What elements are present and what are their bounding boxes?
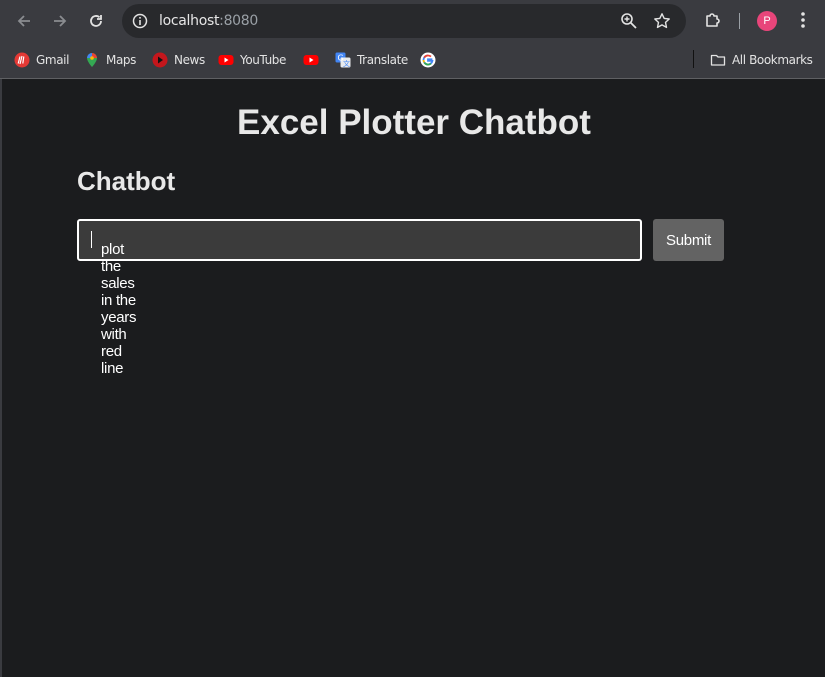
profile-avatar[interactable]: P bbox=[757, 11, 777, 31]
news-icon bbox=[152, 52, 168, 68]
site-info-icon[interactable] bbox=[132, 13, 148, 29]
translate-icon: G文 bbox=[335, 52, 351, 68]
all-bookmarks-button[interactable]: All Bookmarks bbox=[710, 50, 813, 70]
bookmark-youtube-2[interactable] bbox=[303, 50, 325, 70]
youtube-icon bbox=[218, 55, 234, 65]
bookmark-gmail[interactable]: Gmail bbox=[14, 50, 69, 70]
back-button[interactable] bbox=[12, 9, 36, 33]
chat-input-value: plot the sales in the years with red lin… bbox=[90, 231, 136, 377]
bookmark-label: Maps bbox=[106, 53, 136, 67]
bookmark-news[interactable]: News bbox=[152, 50, 205, 70]
text-caret bbox=[91, 231, 92, 248]
chatbot-heading: Chatbot bbox=[77, 166, 176, 196]
back-arrow-icon bbox=[17, 15, 30, 27]
bookmarks-bar: Gmail Maps News YouTube G文 Translate All… bbox=[0, 42, 825, 79]
all-bookmarks-label: All Bookmarks bbox=[732, 53, 813, 67]
bookmark-maps[interactable]: Maps bbox=[84, 50, 136, 70]
url-host: localhost bbox=[159, 13, 220, 29]
gmail-icon bbox=[14, 52, 30, 68]
bookmark-label: Gmail bbox=[36, 53, 70, 67]
kebab-menu-icon[interactable] bbox=[793, 10, 813, 30]
reload-button[interactable] bbox=[84, 9, 108, 33]
page-title: Excel Plotter Chatbot bbox=[237, 103, 591, 142]
chat-input-text: plot the sales in the years with red lin… bbox=[101, 241, 137, 377]
bookmark-star-icon[interactable] bbox=[653, 12, 671, 30]
folder-icon bbox=[710, 54, 726, 66]
page-content: Excel Plotter Chatbot Chatbot plot the s… bbox=[0, 79, 825, 677]
window-edge bbox=[0, 79, 2, 677]
bookmark-google[interactable] bbox=[420, 50, 442, 70]
bookmark-label: YouTube bbox=[240, 53, 286, 67]
submit-button[interactable]: Submit bbox=[653, 219, 724, 261]
bookmark-label: Translate bbox=[357, 53, 408, 67]
address-bar[interactable]: localhost:8080 bbox=[122, 4, 686, 38]
maps-icon bbox=[87, 53, 97, 67]
bookmarks-divider bbox=[693, 50, 694, 68]
bookmark-translate[interactable]: G文 Translate bbox=[335, 50, 408, 70]
extensions-puzzle-icon[interactable] bbox=[703, 10, 723, 30]
zoom-icon[interactable] bbox=[620, 12, 638, 30]
bookmark-youtube[interactable]: YouTube bbox=[218, 50, 286, 70]
toolbar-divider bbox=[739, 13, 740, 29]
youtube-icon bbox=[303, 55, 319, 65]
bookmark-label: News bbox=[174, 53, 205, 67]
url-text[interactable]: localhost:8080 bbox=[159, 13, 258, 29]
forward-arrow-icon bbox=[54, 15, 67, 27]
svg-text:文: 文 bbox=[343, 59, 350, 68]
url-port: :8080 bbox=[219, 13, 259, 29]
google-icon bbox=[420, 52, 436, 68]
reload-icon bbox=[90, 15, 102, 27]
browser-toolbar: localhost:8080 P bbox=[0, 0, 825, 42]
forward-button[interactable] bbox=[48, 9, 72, 33]
chat-input-field[interactable]: plot the sales in the years with red lin… bbox=[77, 219, 642, 377]
